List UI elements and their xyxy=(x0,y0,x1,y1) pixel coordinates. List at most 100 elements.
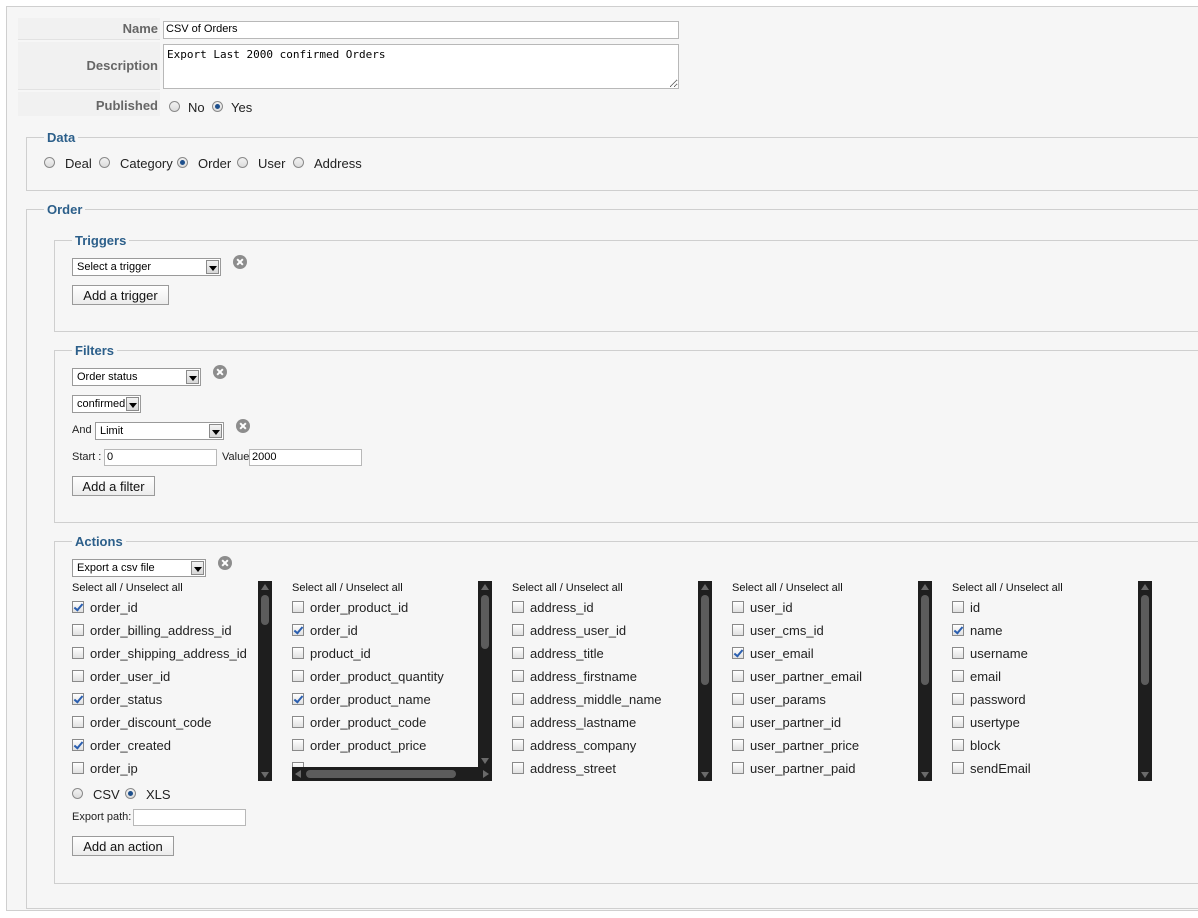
data-user-radio[interactable] xyxy=(237,157,248,168)
scroll-thumb[interactable] xyxy=(701,595,709,685)
add-trigger-button[interactable]: Add a trigger xyxy=(72,285,169,305)
add-action-button[interactable]: Add an action xyxy=(72,836,174,856)
name-input[interactable]: CSV of Orders xyxy=(163,21,679,39)
checkbox[interactable] xyxy=(72,693,84,705)
checkbox[interactable] xyxy=(732,739,744,751)
scroll-up-icon[interactable] xyxy=(1141,584,1149,590)
value-input[interactable]: 2000 xyxy=(249,449,362,466)
scroll-down-icon[interactable] xyxy=(1141,772,1149,778)
remove-action-icon[interactable] xyxy=(218,556,232,570)
checkbox[interactable] xyxy=(952,647,964,659)
column-list-2: order_product_id order_id product_id ord… xyxy=(292,600,496,776)
checkbox[interactable] xyxy=(292,670,304,682)
start-input[interactable]: 0 xyxy=(104,449,217,466)
scroll-thumb[interactable] xyxy=(481,595,489,649)
checkbox[interactable] xyxy=(952,762,964,774)
checkbox[interactable] xyxy=(292,601,304,613)
scroll-down-icon[interactable] xyxy=(261,772,269,778)
column-4-scrollbar[interactable] xyxy=(918,581,932,781)
chevron-down-icon xyxy=(186,370,199,384)
checkbox[interactable] xyxy=(292,624,304,636)
select-all-link-1[interactable]: Select all / Unselect all xyxy=(72,582,183,594)
scroll-down-icon[interactable] xyxy=(921,772,929,778)
checkbox[interactable] xyxy=(292,647,304,659)
description-textarea[interactable]: Export Last 2000 confirmed Orders xyxy=(163,44,679,89)
export-path-input[interactable] xyxy=(133,809,246,826)
checkbox[interactable] xyxy=(952,716,964,728)
checkbox[interactable] xyxy=(512,693,524,705)
action-select-value: Export a csv file xyxy=(77,562,155,574)
filter-field-select[interactable]: Order status xyxy=(72,368,201,386)
data-order-label: Order xyxy=(198,156,232,171)
checkbox[interactable] xyxy=(732,762,744,774)
scroll-up-icon[interactable] xyxy=(261,584,269,590)
published-no-radio[interactable] xyxy=(169,101,180,112)
remove-trigger-icon[interactable] xyxy=(233,255,247,269)
checkbox[interactable] xyxy=(292,693,304,705)
column-2-scrollbar[interactable] xyxy=(478,581,492,767)
column-3-scrollbar[interactable] xyxy=(698,581,712,781)
status-select[interactable]: confirmed xyxy=(72,395,141,413)
checkbox[interactable] xyxy=(732,693,744,705)
checkbox[interactable] xyxy=(952,601,964,613)
checkbox[interactable] xyxy=(72,739,84,751)
select-all-link-2[interactable]: Select all / Unselect all xyxy=(292,582,403,594)
checkbox[interactable] xyxy=(512,762,524,774)
checkbox[interactable] xyxy=(732,601,744,613)
checkbox[interactable] xyxy=(72,762,84,774)
checkbox[interactable] xyxy=(292,716,304,728)
checkbox[interactable] xyxy=(72,670,84,682)
column-5-scrollbar[interactable] xyxy=(1138,581,1152,781)
scroll-up-icon[interactable] xyxy=(701,584,709,590)
published-yes-radio[interactable] xyxy=(212,101,223,112)
scroll-right-icon[interactable] xyxy=(483,770,489,778)
format-xls-radio[interactable] xyxy=(125,788,136,799)
checkbox[interactable] xyxy=(512,624,524,636)
published-no-label: No xyxy=(188,100,205,115)
scroll-down-icon[interactable] xyxy=(481,758,489,764)
checkbox[interactable] xyxy=(952,670,964,682)
data-category-radio[interactable] xyxy=(99,157,110,168)
checkbox[interactable] xyxy=(512,739,524,751)
scroll-up-icon[interactable] xyxy=(481,584,489,590)
filter-field-value: Order status xyxy=(77,371,138,383)
scroll-up-icon[interactable] xyxy=(921,584,929,590)
column-1-scrollbar[interactable] xyxy=(258,581,272,781)
checkbox[interactable] xyxy=(512,647,524,659)
checkbox[interactable] xyxy=(952,739,964,751)
checkbox[interactable] xyxy=(732,647,744,659)
checkbox[interactable] xyxy=(732,624,744,636)
checkbox[interactable] xyxy=(952,693,964,705)
checkbox[interactable] xyxy=(732,716,744,728)
column-2-hscrollbar[interactable] xyxy=(292,767,492,781)
limit-select[interactable]: Limit xyxy=(95,422,224,440)
checkbox[interactable] xyxy=(952,624,964,636)
select-all-link-5[interactable]: Select all / Unselect all xyxy=(952,582,1063,594)
scroll-down-icon[interactable] xyxy=(701,772,709,778)
checkbox[interactable] xyxy=(292,739,304,751)
add-filter-button[interactable]: Add a filter xyxy=(72,476,155,496)
select-all-link-4[interactable]: Select all / Unselect all xyxy=(732,582,843,594)
checkbox[interactable] xyxy=(72,647,84,659)
scroll-thumb[interactable] xyxy=(921,595,929,685)
trigger-select[interactable]: Select a trigger xyxy=(72,258,221,276)
remove-filter-icon[interactable] xyxy=(213,365,227,379)
checkbox[interactable] xyxy=(512,670,524,682)
checkbox[interactable] xyxy=(72,624,84,636)
checkbox[interactable] xyxy=(72,601,84,613)
data-address-radio[interactable] xyxy=(293,157,304,168)
data-order-radio[interactable] xyxy=(177,157,188,168)
scroll-thumb[interactable] xyxy=(1141,595,1149,685)
action-select[interactable]: Export a csv file xyxy=(72,559,206,577)
checkbox[interactable] xyxy=(512,601,524,613)
checkbox[interactable] xyxy=(72,716,84,728)
checkbox[interactable] xyxy=(512,716,524,728)
scroll-thumb[interactable] xyxy=(306,770,456,778)
scroll-thumb[interactable] xyxy=(261,595,269,625)
scroll-left-icon[interactable] xyxy=(295,770,301,778)
format-csv-radio[interactable] xyxy=(72,788,83,799)
remove-limit-icon[interactable] xyxy=(236,419,250,433)
select-all-link-3[interactable]: Select all / Unselect all xyxy=(512,582,623,594)
checkbox[interactable] xyxy=(732,670,744,682)
data-deal-radio[interactable] xyxy=(44,157,55,168)
